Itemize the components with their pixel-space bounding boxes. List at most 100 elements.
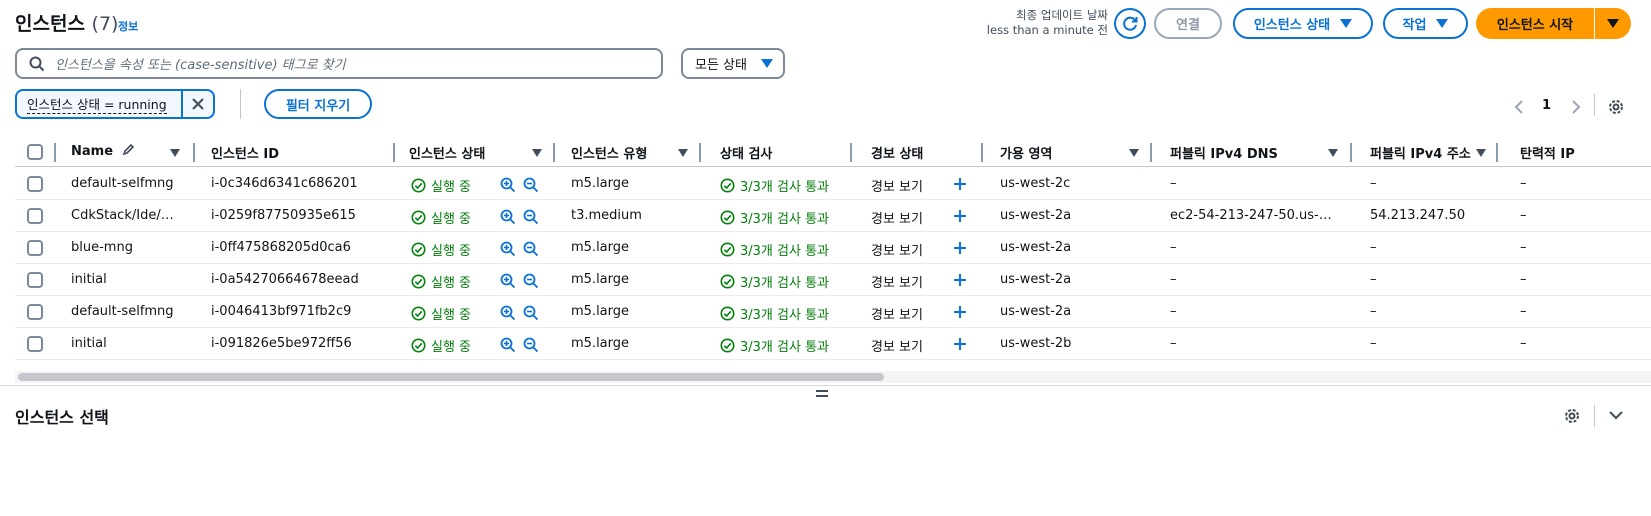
- zoom-out-icon[interactable]: [523, 337, 539, 353]
- table-row[interactable]: initial i-0a54270664678eead 실행 중 m5.larg…: [15, 264, 1651, 296]
- remove-filter-button[interactable]: [183, 91, 213, 117]
- prev-page-icon[interactable]: [1514, 100, 1524, 114]
- column-header-availability-zone[interactable]: 가용 영역: [1000, 143, 1052, 162]
- cell-elastic-ip: –: [1520, 304, 1527, 319]
- column-header-public-ip[interactable]: 퍼블릭 IPv4 주소: [1370, 143, 1471, 162]
- column-header-name[interactable]: Name: [71, 143, 135, 159]
- zoom-in-icon[interactable]: [500, 177, 516, 193]
- check-circle-icon: [411, 274, 426, 289]
- next-page-icon[interactable]: [1571, 100, 1581, 114]
- column-resizer[interactable]: [699, 143, 701, 162]
- column-resizer[interactable]: [850, 143, 852, 162]
- column-header-alarm-status[interactable]: 경보 상태: [871, 143, 923, 162]
- zoom-in-icon[interactable]: [500, 337, 516, 353]
- check-circle-icon: [720, 178, 735, 193]
- row-checkbox[interactable]: [27, 176, 43, 192]
- view-alarms-link[interactable]: 경보 보기: [871, 336, 923, 355]
- add-alarm-plus-icon[interactable]: [953, 241, 967, 255]
- zoom-out-icon[interactable]: [523, 209, 539, 225]
- sort-icon[interactable]: [170, 149, 180, 157]
- chevron-down-icon[interactable]: [1609, 410, 1623, 420]
- table-row[interactable]: CdkStack/Ide/… i-0259f87750935e615 실행 중 …: [15, 200, 1651, 232]
- panel-settings-gear-icon[interactable]: [1563, 407, 1581, 425]
- column-header-status-check[interactable]: 상태 검사: [720, 143, 772, 162]
- sort-icon[interactable]: [532, 149, 542, 157]
- sort-icon[interactable]: [1476, 149, 1486, 157]
- actions-button[interactable]: 작업: [1383, 8, 1468, 39]
- add-alarm-plus-icon[interactable]: [953, 177, 967, 191]
- cell-instance-id-link[interactable]: i-0ff475868205d0ca6: [211, 240, 351, 255]
- launch-options-dropdown[interactable]: [1595, 8, 1631, 39]
- view-alarms-link[interactable]: 경보 보기: [871, 176, 923, 195]
- current-page[interactable]: 1: [1542, 98, 1551, 113]
- column-header-instance-id[interactable]: 인스턴스 ID: [211, 143, 279, 162]
- table-row[interactable]: default-selfmng i-0c346d6341c686201 실행 중…: [15, 168, 1651, 200]
- check-circle-icon: [720, 338, 735, 353]
- view-alarms-link[interactable]: 경보 보기: [871, 208, 923, 227]
- row-checkbox[interactable]: [27, 240, 43, 256]
- cell-state: 실행 중: [411, 240, 471, 259]
- column-resizer[interactable]: [393, 143, 395, 162]
- add-alarm-plus-icon[interactable]: [953, 305, 967, 319]
- launch-instances-split-button: 인스턴스 시작: [1476, 8, 1631, 39]
- zoom-out-icon[interactable]: [523, 305, 539, 321]
- column-resizer[interactable]: [193, 143, 195, 162]
- resize-handle-icon[interactable]: [816, 390, 828, 397]
- column-resizer[interactable]: [981, 143, 983, 162]
- refresh-button[interactable]: [1114, 8, 1146, 39]
- clear-filters-button[interactable]: 필터 지우기: [264, 89, 372, 119]
- launch-instances-button[interactable]: 인스턴스 시작: [1476, 8, 1595, 39]
- cell-instance-id-link[interactable]: i-0c346d6341c686201: [211, 176, 358, 191]
- zoom-out-icon[interactable]: [523, 177, 539, 193]
- row-checkbox[interactable]: [27, 336, 43, 352]
- state-filter-select[interactable]: 모든 상태: [681, 48, 785, 79]
- cell-instance-id-link[interactable]: i-091826e5be972ff56: [211, 336, 352, 351]
- sort-icon[interactable]: [1328, 149, 1338, 157]
- column-resizer[interactable]: [1150, 143, 1152, 162]
- cell-instance-id-link[interactable]: i-0a54270664678eead: [211, 272, 359, 287]
- zoom-in-icon[interactable]: [500, 305, 516, 321]
- row-checkbox[interactable]: [27, 208, 43, 224]
- select-all-checkbox[interactable]: [27, 144, 43, 160]
- connect-button[interactable]: 연결: [1154, 8, 1222, 39]
- column-resizer[interactable]: [1496, 143, 1498, 162]
- instance-state-label: 인스턴스 상태: [1253, 18, 1331, 33]
- add-alarm-plus-icon[interactable]: [953, 337, 967, 351]
- close-icon: [192, 98, 204, 110]
- add-alarm-plus-icon[interactable]: [953, 273, 967, 287]
- view-alarms-link[interactable]: 경보 보기: [871, 240, 923, 259]
- row-checkbox[interactable]: [27, 272, 43, 288]
- column-header-instance-state[interactable]: 인스턴스 상태: [409, 143, 485, 162]
- zoom-out-icon[interactable]: [523, 241, 539, 257]
- filter-token-label[interactable]: 인스턴스 상태 = running: [17, 91, 183, 117]
- table-row[interactable]: initial i-091826e5be972ff56 실행 중 m5.larg…: [15, 328, 1651, 360]
- column-resizer[interactable]: [54, 143, 56, 162]
- info-link[interactable]: 정보: [118, 18, 138, 34]
- settings-gear-icon[interactable]: [1607, 98, 1625, 116]
- table-row[interactable]: blue-mng i-0ff475868205d0ca6 실행 중 m5.lar…: [15, 232, 1651, 264]
- column-resizer[interactable]: [553, 143, 555, 162]
- horizontal-scrollbar-thumb[interactable]: [18, 373, 884, 381]
- sort-icon[interactable]: [678, 149, 688, 157]
- zoom-in-icon[interactable]: [500, 241, 516, 257]
- column-header-elastic-ip[interactable]: 탄력적 IP: [1520, 143, 1575, 162]
- column-resizer[interactable]: [1350, 143, 1352, 162]
- column-header-instance-type[interactable]: 인스턴스 유형: [571, 143, 647, 162]
- search-input[interactable]: 인스턴스을 속성 또는 (case-sensitive) 태그로 찾기: [15, 48, 663, 79]
- view-alarms-link[interactable]: 경보 보기: [871, 272, 923, 291]
- zoom-in-icon[interactable]: [500, 209, 516, 225]
- sort-icon[interactable]: [1129, 149, 1139, 157]
- cell-instance-id-link[interactable]: i-0046413bf971fb2c9: [211, 304, 351, 319]
- row-checkbox[interactable]: [27, 304, 43, 320]
- cell-instance-id-link[interactable]: i-0259f87750935e615: [211, 208, 356, 223]
- page-title: 인스턴스 (7): [15, 9, 118, 36]
- zoom-out-icon[interactable]: [523, 273, 539, 289]
- cell-public-dns: –: [1170, 176, 1177, 191]
- zoom-in-icon[interactable]: [500, 273, 516, 289]
- table-row[interactable]: default-selfmng i-0046413bf971fb2c9 실행 중…: [15, 296, 1651, 328]
- cell-availability-zone: us-west-2a: [1000, 304, 1072, 319]
- view-alarms-link[interactable]: 경보 보기: [871, 304, 923, 323]
- column-header-public-dns[interactable]: 퍼블릭 IPv4 DNS: [1170, 143, 1278, 162]
- instance-state-button[interactable]: 인스턴스 상태: [1233, 8, 1373, 39]
- add-alarm-plus-icon[interactable]: [953, 209, 967, 223]
